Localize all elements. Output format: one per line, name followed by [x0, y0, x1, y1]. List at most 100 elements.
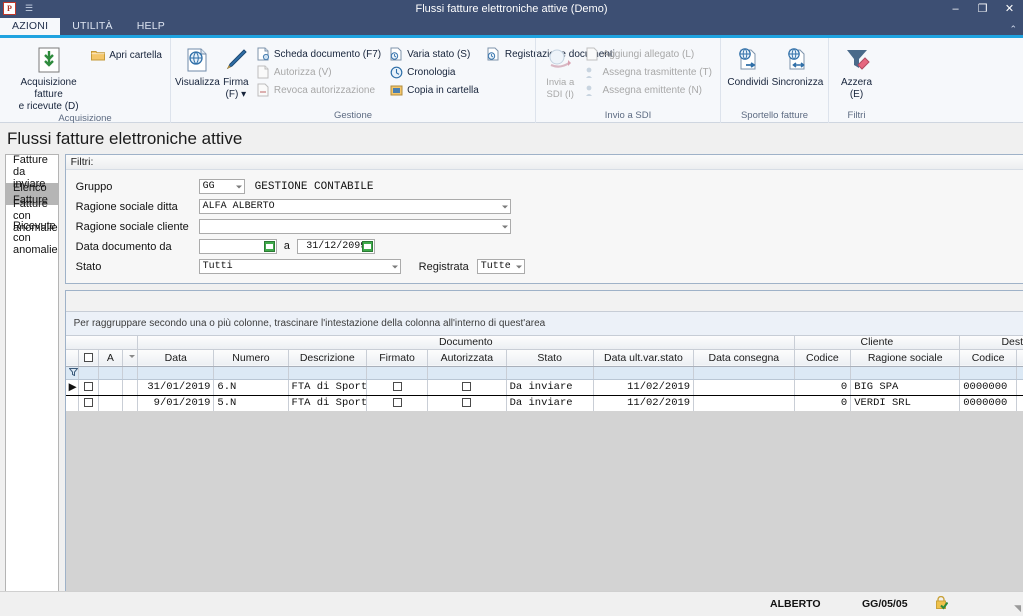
varia-stato-button[interactable]: Varia stato (S) — [385, 45, 483, 63]
filter-cell[interactable] — [850, 366, 961, 380]
cronologia-button[interactable]: Cronologia — [385, 63, 483, 81]
group-by-drop-area[interactable]: Per raggruppare secondo una o più colonn… — [65, 312, 1023, 336]
cell-destinatario-descrizione — [1016, 378, 1023, 396]
azzera-filtri-button[interactable]: Azzera (E) — [833, 42, 880, 101]
col-data-ult-var-stato[interactable]: Data ult.var.stato — [593, 349, 695, 367]
stato-value: Tutti — [202, 261, 233, 272]
quick-access-dropdown-icon[interactable]: ☰ — [25, 4, 33, 13]
filter-cell[interactable] — [427, 366, 507, 380]
checkbox-icon[interactable] — [84, 397, 94, 407]
status-bar: ALBERTO GG/05/05 ◥ — [0, 591, 1023, 616]
table-head: Documento Cliente Destinatario Ditta A D… — [65, 336, 1023, 367]
filter-cell[interactable] — [959, 366, 1017, 380]
filter-cell[interactable] — [78, 366, 99, 380]
condividi-button[interactable]: Condividi — [725, 42, 771, 89]
table-row[interactable]: ▶ 31/01/2019 6.N FTA di Sportel Da invia… — [65, 378, 1023, 396]
col-select-all-checkbox[interactable] — [78, 349, 99, 367]
ribbon-group-title-acquisizione: Acquisizione — [58, 113, 112, 124]
ribbon-group-title-invio-sdi: Invio a SDI — [604, 110, 652, 121]
tab-help[interactable]: HELP — [125, 18, 177, 35]
checkbox-icon[interactable] — [462, 397, 472, 407]
tab-utilita[interactable]: UTILITÀ — [60, 18, 125, 35]
attachment-icon — [585, 47, 599, 62]
ribbon-collapse-icon[interactable]: ⌃ — [1009, 24, 1023, 35]
lock-check-icon[interactable] — [935, 595, 949, 613]
filter-row-icon[interactable] — [65, 366, 80, 380]
history-icon — [389, 65, 403, 80]
aggiungi-allegato-button[interactable]: Aggiungi allegato (L) — [581, 45, 716, 63]
minimize-button[interactable]: – — [942, 0, 969, 17]
firma-button[interactable]: Firma (F) ▾ — [220, 42, 252, 101]
ribbon-group-acquisizione: Acquisizione fatture e ricevute (D) Apri… — [0, 38, 170, 124]
ragione-sociale-cliente-input[interactable] — [198, 219, 511, 234]
col-numero[interactable]: Numero — [213, 349, 289, 367]
close-button[interactable]: ✕ — [996, 0, 1023, 17]
col-autorizzata[interactable]: Autorizzata — [427, 349, 507, 367]
maximize-button[interactable]: ❐ — [969, 0, 996, 17]
cell-cliente-ragione-sociale: VERDI SRL — [850, 395, 961, 411]
row-checkbox-cell[interactable] — [78, 395, 99, 411]
filter-cell[interactable] — [137, 366, 215, 380]
share-globe-icon — [732, 45, 764, 75]
filter-cell[interactable] — [794, 366, 852, 380]
checkbox-icon[interactable] — [392, 397, 402, 407]
download-arrows-icon — [33, 45, 65, 75]
scheda-documento-button[interactable]: Scheda documento (F7) — [252, 45, 385, 63]
checkbox-icon[interactable] — [84, 381, 94, 391]
invia-a-sdi-button[interactable]: Invia a SDI (I) — [540, 42, 581, 101]
col-destinatario-codice[interactable]: Codice — [959, 349, 1017, 367]
calendar-icon[interactable] — [362, 241, 374, 252]
sidebar-item-fatture-da-inviare[interactable]: Fatture da inviare — [6, 154, 58, 190]
copia-in-cartella-button[interactable]: Copia in cartella — [385, 81, 483, 99]
col-cliente-ragione-sociale[interactable]: Ragione sociale — [850, 349, 961, 367]
filter-cell[interactable] — [366, 366, 429, 380]
col-descrizione[interactable]: Descrizione — [288, 349, 368, 367]
table-row[interactable]: 9/01/2019 5.N FTA di Sportel Da inviare … — [65, 395, 1023, 411]
filter-cell[interactable] — [288, 366, 368, 380]
autorizza-button[interactable]: Autorizza (V) — [252, 63, 385, 81]
checkbox-icon[interactable] — [462, 381, 472, 391]
acquisizione-fatture-button[interactable]: Acquisizione fatture e ricevute (D) — [10, 42, 87, 113]
filter-row[interactable] — [65, 366, 1023, 380]
col-a-sort[interactable] — [122, 349, 139, 367]
filter-cell[interactable] — [506, 366, 594, 380]
filters-panel: Filtri: ▲ Gruppo GG GESTIONE CONTABILE R… — [64, 154, 1023, 284]
row-checkbox-cell[interactable] — [78, 378, 99, 396]
registrata-select[interactable]: Tutte — [476, 259, 525, 274]
row-indicator — [65, 395, 80, 411]
col-destinatario-descrizione[interactable]: Descrizione — [1016, 349, 1023, 367]
calendar-icon[interactable] — [263, 241, 275, 252]
cell-stato: Da inviare — [506, 395, 594, 411]
col-stato[interactable]: Stato — [506, 349, 594, 367]
filter-cell[interactable] — [1016, 366, 1023, 380]
col-data-consegna[interactable]: Data consegna — [693, 349, 795, 367]
filter-cell[interactable] — [98, 366, 123, 380]
assegna-trasmittente-button[interactable]: Assegna trasmittente (T) — [581, 63, 716, 81]
sincronizza-button[interactable]: Sincronizza — [771, 42, 824, 89]
revoca-autorizzazione-button[interactable]: Revoca autorizzazione — [252, 81, 385, 99]
filter-cell[interactable] — [593, 366, 695, 380]
filter-cell[interactable] — [122, 366, 139, 380]
assegna-emittente-button[interactable]: Assegna emittente (N) — [581, 81, 716, 99]
filter-cell[interactable] — [693, 366, 795, 380]
checkbox-icon[interactable] — [392, 381, 402, 391]
data-documento-a-input[interactable]: 31/12/2099 — [297, 239, 376, 254]
col-cliente-codice[interactable]: Codice — [794, 349, 852, 367]
sidebar-item-ricevute-con-anomalie[interactable]: Ricevute con anomalie — [6, 220, 58, 256]
gruppo-code-input[interactable]: GG — [198, 179, 245, 194]
visualizza-button[interactable]: Visualizza — [175, 42, 220, 89]
invia-a-sdi-label: Invia a SDI (I) — [546, 77, 575, 100]
col-firmato[interactable]: Firmato — [366, 349, 429, 367]
ragione-sociale-ditta-input[interactable]: ALFA ALBERTO — [198, 199, 511, 214]
checkbox-icon[interactable] — [84, 353, 94, 363]
col-data[interactable]: Data — [137, 349, 215, 367]
filter-cell[interactable] — [213, 366, 289, 380]
apri-cartella-button[interactable]: Apri cartella — [87, 46, 166, 64]
stato-select[interactable]: Tutti — [198, 259, 401, 274]
table-body: ▶ 31/01/2019 6.N FTA di Sportel Da invia… — [65, 366, 1023, 411]
resize-grip-icon[interactable]: ◥ — [1014, 603, 1021, 614]
col-a[interactable]: A — [98, 349, 123, 367]
data-documento-da-input[interactable] — [198, 239, 277, 254]
filters-panel-body: Gruppo GG GESTIONE CONTABILE Ragione soc… — [65, 170, 1023, 283]
tab-azioni[interactable]: AZIONI — [0, 18, 61, 35]
